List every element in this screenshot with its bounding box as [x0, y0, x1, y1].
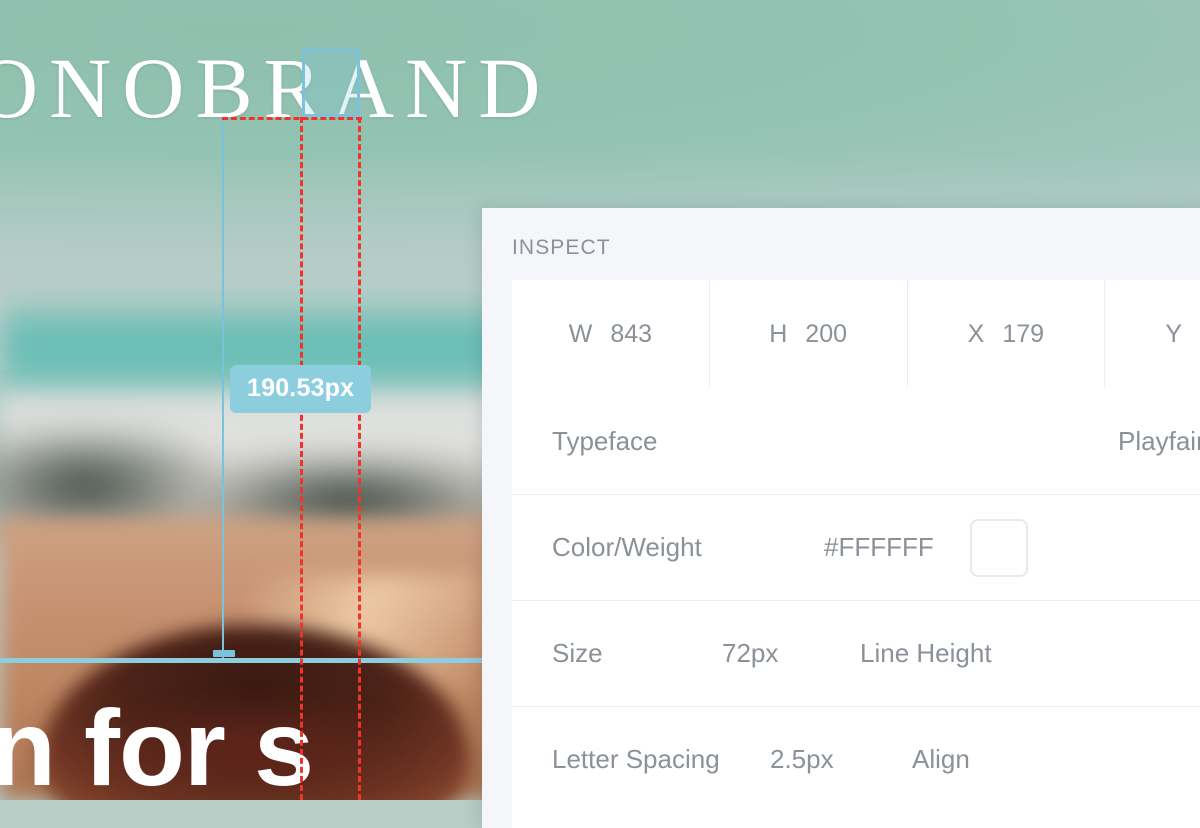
property-row-size[interactable]: Size 72px Line Height 100px [512, 600, 1200, 706]
metric-label-w: W [568, 319, 593, 348]
letter-spacing-value[interactable]: 2.5px [770, 744, 834, 775]
color-swatch[interactable] [970, 518, 1028, 577]
metric-label-x: X [967, 319, 985, 348]
metric-value-h[interactable]: 200 [805, 320, 847, 349]
typeface-label: Typeface [552, 425, 658, 456]
metric-label-h: H [769, 319, 788, 348]
letter-spacing-label: Letter Spacing [552, 744, 720, 774]
metric-cell-height[interactable]: H 200 [709, 280, 908, 388]
metric-cell-y[interactable]: Y 278 [1105, 280, 1200, 388]
guide-red-vertical-right [358, 117, 361, 800]
size-value[interactable]: 72px [722, 638, 778, 669]
typeface-value[interactable]: PlayfairDisplay [1118, 426, 1200, 457]
metric-value-w[interactable]: 843 [610, 320, 652, 349]
metric-cell-width[interactable]: W 843 [512, 280, 710, 388]
measure-vertical-line-foot [213, 650, 235, 657]
size-label: Size [552, 638, 603, 668]
metric-label-y: Y [1165, 319, 1183, 348]
metrics-row: W 843 H 200 X 179 Y 278 [512, 280, 1200, 388]
selection-bounding-box[interactable] [302, 49, 360, 117]
guide-red-horizontal [222, 117, 362, 120]
color-weight-label: Color/Weight [552, 532, 702, 562]
property-row-color-weight[interactable]: Color/Weight #FFFFFF Regular [512, 494, 1200, 600]
property-row-letter-spacing[interactable]: Letter Spacing 2.5px Align [512, 706, 1200, 812]
color-hex-value[interactable]: #FFFFFF [824, 532, 934, 563]
line-height-label: Line Height [860, 638, 992, 668]
metric-value-x[interactable]: 179 [1002, 320, 1044, 349]
measure-vertical-line [222, 117, 224, 663]
inspect-panel-title: INSPECT [512, 236, 611, 259]
align-label: Align [912, 744, 970, 774]
property-row-typeface[interactable]: Typeface PlayfairDisplay [512, 388, 1200, 494]
property-rows: Typeface PlayfairDisplay Color/Weight #F… [512, 388, 1200, 828]
measurement-badge: 190.53px [230, 365, 372, 413]
design-headline-text[interactable]: ONOBRAND [0, 40, 551, 136]
baseline-guide [0, 658, 482, 663]
metric-cell-x[interactable]: X 179 [907, 280, 1106, 388]
inspect-panel: INSPECT W 843 H 200 X 179 Y 278 Typeface… [482, 208, 1200, 828]
design-subheadline-text[interactable]: n for s [0, 690, 314, 801]
guide-red-vertical-left [300, 117, 303, 800]
